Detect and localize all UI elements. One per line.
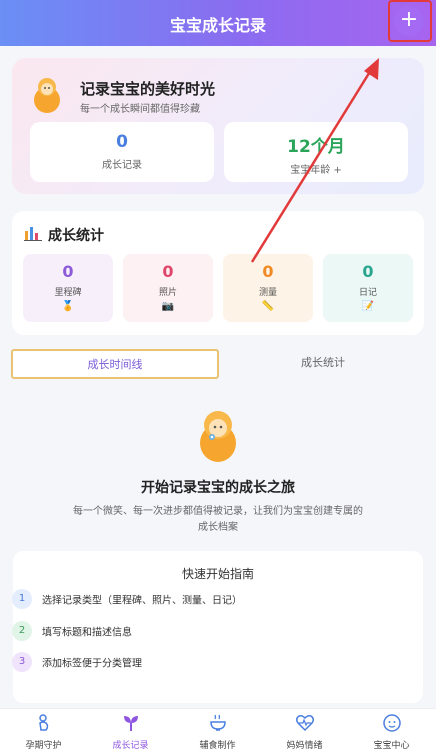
bottom-tab-bar: 孕期守护 成长记录 辅食制作 妈妈情绪 宝宝中心 bbox=[0, 708, 436, 750]
heartbeat-icon bbox=[295, 715, 314, 732]
tab-growth-timeline[interactable]: 成长时间线 bbox=[11, 349, 219, 379]
measurement-count: 0 bbox=[262, 262, 274, 281]
bowl-icon bbox=[209, 714, 226, 731]
step-number: 1 bbox=[12, 589, 32, 609]
swaddled-baby-icon bbox=[200, 411, 236, 462]
nav-baby-center[interactable]: 宝宝中心 bbox=[348, 709, 435, 750]
pregnancy-icon bbox=[38, 714, 48, 731]
app-header: 宝宝成长记录 + bbox=[0, 0, 436, 46]
diary-stat[interactable]: 0 日记 📝 bbox=[323, 254, 413, 322]
photo-stat[interactable]: 0 照片 📷 bbox=[123, 254, 213, 322]
guide-step: 3 添加标签便于分类管理 bbox=[12, 652, 142, 672]
growth-stats-card: 成长统计 0 里程碑 🏅 0 照片 📷 0 测量 📏 0 日记 📝 bbox=[12, 211, 424, 335]
nav-mom-mood[interactable]: 妈妈情绪 bbox=[261, 709, 348, 750]
baby-face-icon bbox=[382, 714, 401, 732]
nav-label: 辅食制作 bbox=[199, 741, 236, 750]
hero-card: 记录宝宝的美好时光 每一个成长瞬间都值得珍藏 0 成长记录 12个月 宝宝年龄 … bbox=[12, 58, 424, 194]
tab-growth-stats[interactable]: 成长统计 bbox=[222, 349, 424, 379]
photo-label: 照片 bbox=[158, 288, 177, 298]
guide-step: 1 选择记录类型（里程碑、照片、测量、日记） bbox=[12, 589, 242, 609]
stats-title: 成长统计 bbox=[48, 228, 104, 244]
bar-chart-icon bbox=[24, 227, 42, 241]
records-label: 成长记录 bbox=[102, 160, 142, 171]
add-record-button[interactable]: + bbox=[394, 6, 424, 36]
baby-icon bbox=[34, 78, 60, 113]
page-title: 宝宝成长记录 bbox=[169, 16, 266, 35]
baby-age-label[interactable]: 宝宝年龄 + bbox=[224, 161, 408, 176]
milestone-count: 0 bbox=[62, 262, 74, 281]
step-text: 填写标题和描述信息 bbox=[42, 627, 132, 639]
guide-title: 快速开始指南 bbox=[181, 567, 254, 581]
records-count: 0 bbox=[116, 132, 128, 152]
records-count-card: 0 成长记录 bbox=[30, 122, 214, 182]
nav-label: 孕期守护 bbox=[25, 741, 62, 750]
empty-state-title: 开始记录宝宝的成长之旅 bbox=[141, 480, 295, 496]
step-text: 选择记录类型（里程碑、照片、测量、日记） bbox=[42, 595, 242, 607]
measurement-label: 测量 bbox=[258, 288, 277, 298]
diary-label: 日记 bbox=[358, 288, 377, 298]
sprout-icon bbox=[123, 716, 138, 731]
nav-label: 宝宝中心 bbox=[373, 741, 410, 750]
nav-pregnancy[interactable]: 孕期守护 bbox=[0, 709, 87, 750]
step-number: 2 bbox=[12, 621, 32, 641]
measurement-stat[interactable]: 0 测量 📏 bbox=[223, 254, 313, 322]
camera-icon: 📷 bbox=[161, 301, 175, 312]
empty-state-description: 每一个微笑、每一次进步都值得被记录，让我们为宝宝创建专属的成长档案 bbox=[73, 506, 363, 533]
nav-growth-record[interactable]: 成长记录 bbox=[87, 709, 174, 750]
hero-title: 记录宝宝的美好时光 bbox=[80, 80, 216, 98]
milestone-label: 里程碑 bbox=[54, 288, 82, 298]
medal-icon: 🏅 bbox=[61, 301, 75, 312]
baby-age-value: 12个月 bbox=[287, 137, 345, 157]
ruler-icon: 📏 bbox=[261, 301, 275, 312]
nav-label: 妈妈情绪 bbox=[286, 741, 323, 750]
hero-subtitle: 每一个成长瞬间都值得珍藏 bbox=[80, 104, 200, 115]
baby-age-card[interactable]: 12个月 宝宝年龄 + bbox=[224, 122, 408, 182]
nav-label: 成长记录 bbox=[112, 741, 149, 750]
step-text: 添加标签便于分类管理 bbox=[42, 658, 142, 670]
milestone-stat[interactable]: 0 里程碑 🏅 bbox=[23, 254, 113, 322]
photo-count: 0 bbox=[162, 262, 174, 281]
guide-step: 2 填写标题和描述信息 bbox=[12, 621, 132, 641]
diary-count: 0 bbox=[362, 262, 374, 281]
notepad-icon: 📝 bbox=[361, 301, 375, 312]
nav-baby-food[interactable]: 辅食制作 bbox=[174, 709, 261, 750]
step-number: 3 bbox=[12, 652, 32, 672]
